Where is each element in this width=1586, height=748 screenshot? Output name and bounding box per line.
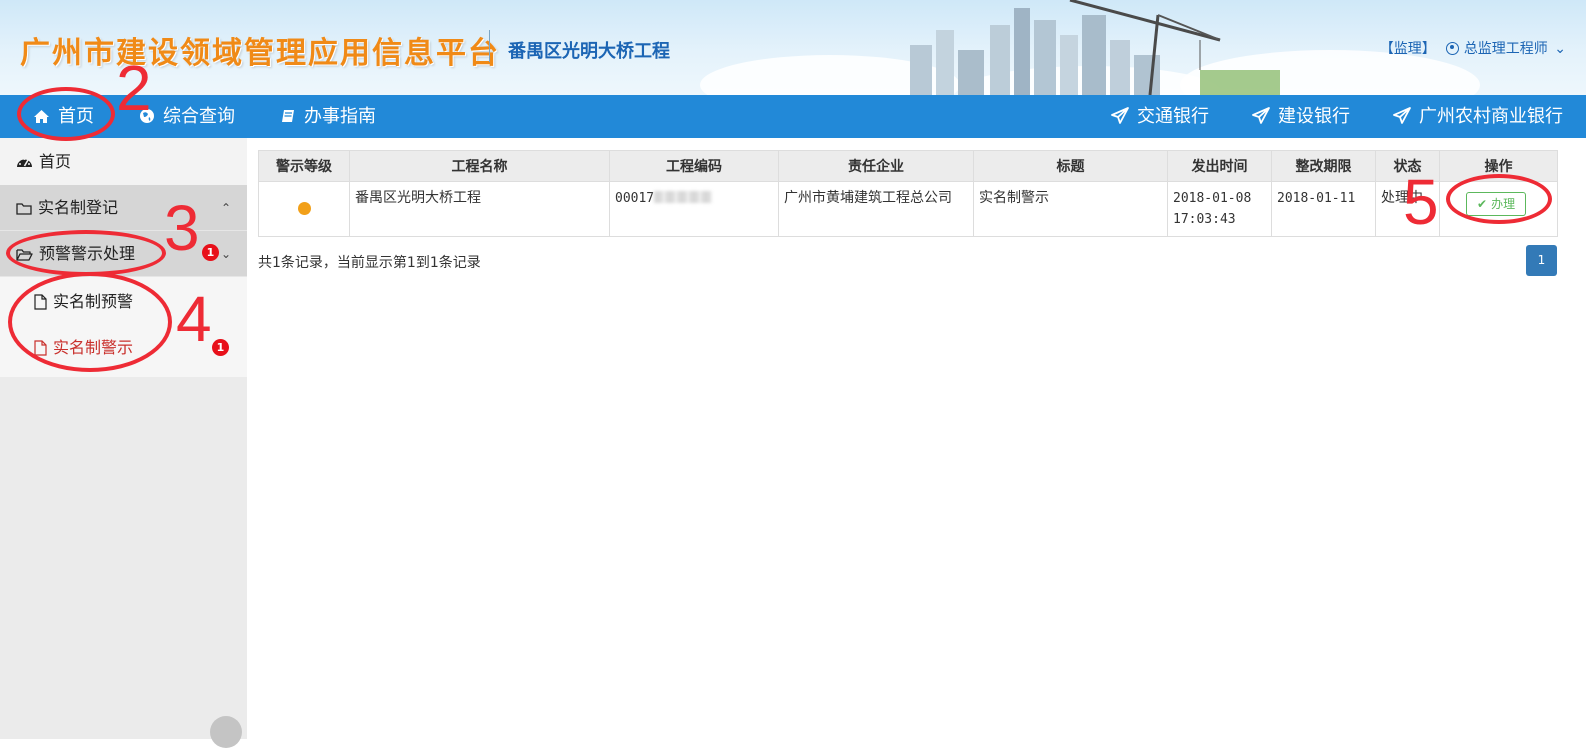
- column-header[interactable]: 责任企业: [778, 150, 974, 182]
- page-1-button[interactable]: 1: [1526, 245, 1557, 276]
- record-summary: 共1条记录，当前显示第1到1条记录: [258, 255, 481, 271]
- main-content: 警示等级 工程名称 工程编码 责任企业 标题 发出时间 整改期限 状态 操作 番…: [258, 150, 1558, 276]
- sidebar-item-realname-prewarning[interactable]: 实名制预警: [0, 279, 247, 325]
- folder-icon: [16, 203, 32, 215]
- user-icon: [1445, 42, 1459, 55]
- bank-link-ccb[interactable]: 建设银行: [1252, 95, 1350, 138]
- nav-home[interactable]: 首页: [33, 95, 94, 138]
- dashboard-icon: [17, 158, 32, 167]
- role-label: 【监理】: [1379, 41, 1436, 57]
- column-header[interactable]: 发出时间: [1167, 150, 1272, 182]
- chevron-down-icon[interactable]: ⌄: [1554, 41, 1566, 57]
- cell-project: 番禺区光明大桥工程: [349, 181, 610, 237]
- sidebar-home-label: 首页: [39, 152, 72, 171]
- city-skyline-illustration: [910, 0, 1280, 95]
- home-icon: [34, 110, 49, 123]
- nav-search-label: 综合查询: [163, 106, 235, 127]
- handle-button[interactable]: ✔ 办理: [1466, 192, 1527, 216]
- cell-issued: 2018-01-08 17:03:43: [1167, 181, 1272, 237]
- project-name: 番禺区光明大桥工程: [508, 41, 670, 62]
- table-header-row: 警示等级 工程名称 工程编码 责任企业 标题 发出时间 整改期限 状态 操作: [258, 150, 1558, 182]
- cell-action: ✔ 办理: [1439, 181, 1558, 237]
- group-label: 预警警示处理: [39, 244, 136, 263]
- chevron-down-icon: ⌄: [220, 247, 231, 261]
- redacted-code: [654, 191, 713, 203]
- handle-label: 办理: [1491, 197, 1516, 211]
- globe-icon: [140, 109, 154, 123]
- column-header[interactable]: 工程编码: [609, 150, 779, 182]
- cell-code: 00017: [609, 181, 779, 237]
- user-name[interactable]: 总监理工程师: [1464, 41, 1548, 57]
- sidebar-item-realname-warning[interactable]: 实名制警示 1: [0, 325, 247, 371]
- group-label: 实名制登记: [38, 198, 119, 217]
- warning-level-dot: [297, 202, 311, 215]
- warning-count-badge: 1: [202, 244, 219, 261]
- file-icon: [34, 294, 47, 310]
- send-icon: [1252, 107, 1270, 124]
- folder-open-icon: [16, 249, 33, 261]
- file-icon: [34, 340, 47, 356]
- app-header: 广州市建设领域管理应用信息平台 番禺区光明大桥工程 【监理】 总监理工程师 ⌄: [0, 0, 1586, 95]
- submenu-label: 实名制预警: [53, 292, 134, 311]
- column-header[interactable]: 工程名称: [349, 150, 610, 182]
- column-header[interactable]: 标题: [973, 150, 1168, 182]
- bank-label: 建设银行: [1278, 106, 1350, 127]
- send-icon: [1111, 107, 1129, 124]
- table-row: 番禺区光明大桥工程 00017 广州市黄埔建筑工程总公司 实名制警示 2018-…: [258, 181, 1558, 237]
- bank-link-grcb[interactable]: 广州农村商业银行: [1393, 95, 1563, 138]
- column-header[interactable]: 状态: [1375, 150, 1440, 182]
- sidebar-item-home[interactable]: 首页: [0, 138, 247, 185]
- sidebar-collapse-button[interactable]: [210, 716, 242, 748]
- sidebar-submenu: 实名制预警 实名制警示 1: [0, 277, 247, 377]
- sidebar-group-registration[interactable]: 实名制登记 ⌃: [0, 185, 247, 231]
- warning-count-badge: 1: [212, 339, 229, 356]
- chevron-up-icon: ⌃: [220, 201, 231, 215]
- cell-title: 实名制警示: [973, 181, 1168, 237]
- bank-label: 广州农村商业银行: [1419, 106, 1563, 127]
- user-menu[interactable]: 【监理】 总监理工程师 ⌄: [1370, 38, 1566, 58]
- book-icon: [282, 110, 294, 122]
- column-header[interactable]: 整改期限: [1271, 150, 1376, 182]
- nav-home-label: 首页: [58, 106, 94, 127]
- nav-guide[interactable]: 办事指南: [280, 95, 376, 138]
- cell-status: 处理中: [1375, 181, 1440, 237]
- title-divider: [489, 30, 490, 62]
- column-header[interactable]: 警示等级: [258, 150, 350, 182]
- cell-company: 广州市黄埔建筑工程总公司: [778, 181, 974, 237]
- nav-guide-label: 办事指南: [304, 106, 376, 127]
- project-code: 00017: [615, 191, 655, 206]
- sidebar: 首页 实名制登记 ⌃ 预警警示处理 1 ⌄ 实名制预警 实名制警示 1: [0, 138, 247, 748]
- column-header[interactable]: 操作: [1439, 150, 1558, 182]
- check-icon: ✔: [1477, 197, 1488, 211]
- submenu-label: 实名制警示: [53, 338, 134, 357]
- bank-link-bocom[interactable]: 交通银行: [1111, 95, 1209, 138]
- bank-label: 交通银行: [1137, 106, 1209, 127]
- cell-level: [258, 181, 350, 237]
- platform-title: 广州市建设领域管理应用信息平台: [20, 36, 500, 71]
- cell-deadline: 2018-01-11: [1271, 181, 1376, 237]
- nav-search[interactable]: 综合查询: [139, 95, 235, 138]
- warning-table: 警示等级 工程名称 工程编码 责任企业 标题 发出时间 整改期限 状态 操作 番…: [258, 150, 1558, 237]
- sidebar-group-warning[interactable]: 预警警示处理 1 ⌄: [0, 231, 247, 277]
- main-nav: 首页 综合查询 办事指南 交通银行 建设银行 广州农村商业银行: [0, 95, 1586, 138]
- send-icon: [1393, 107, 1411, 124]
